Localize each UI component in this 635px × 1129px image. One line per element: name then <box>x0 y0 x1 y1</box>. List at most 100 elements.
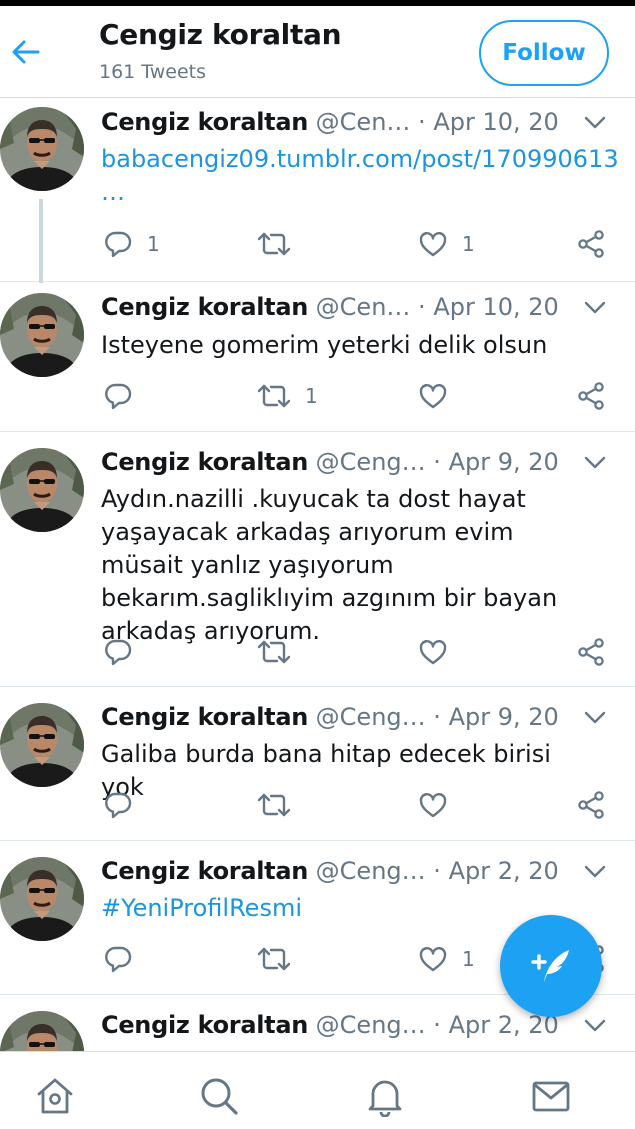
share-button[interactable] <box>576 379 606 413</box>
share-button[interactable] <box>576 227 606 261</box>
like-button[interactable]: 1 <box>418 942 475 976</box>
notifications-tab[interactable] <box>363 1074 407 1118</box>
share-icon <box>576 229 606 259</box>
tweet-meta: Cengiz koraltan @Ceng… · Apr 2, 2018 <box>101 1011 561 1039</box>
tweet-author-name: Cengiz koraltan <box>101 293 309 321</box>
chevron-down-icon[interactable] <box>583 1018 607 1034</box>
like-heart-icon <box>418 381 448 411</box>
tweet-meta: Cengiz koraltan @Cen… · Apr 10, 2018 <box>101 293 561 321</box>
retweet-button[interactable] <box>257 788 305 822</box>
tweet-handle: @Cen… <box>315 293 411 321</box>
retweet-button[interactable] <box>257 227 305 261</box>
tweet-text: Aydın.nazilli .kuyucak ta dost hayat yaş… <box>101 485 558 645</box>
reply-icon <box>103 229 133 259</box>
follow-button[interactable]: Follow <box>479 20 609 86</box>
reply-icon <box>103 944 133 974</box>
meta-separator: · <box>433 448 441 476</box>
like-heart-icon <box>418 637 448 667</box>
reply-button[interactable] <box>103 379 147 413</box>
reply-icon <box>103 637 133 667</box>
tweet-feed[interactable]: Cengiz koraltan @Cen… · Apr 10, 2018 bab… <box>0 99 635 1051</box>
tweet-date: Apr 10, 2018 <box>433 293 561 321</box>
chevron-down-icon[interactable] <box>583 455 607 471</box>
retweet-count: 1 <box>305 384 318 408</box>
share-button[interactable] <box>576 788 606 822</box>
tweet-author-name: Cengiz koraltan <box>101 703 309 731</box>
reply-button[interactable] <box>103 942 147 976</box>
hashtag-link[interactable]: #YeniProfilResmi <box>101 894 302 922</box>
tweet-handle: @Ceng… <box>315 857 426 885</box>
tweet-actions <box>0 635 635 669</box>
meta-separator: · <box>418 293 426 321</box>
tweet-author-name: Cengiz koraltan <box>101 857 309 885</box>
avatar[interactable] <box>0 448 84 532</box>
back-arrow-icon[interactable] <box>10 36 42 68</box>
tweet-actions: 1 1 <box>0 227 635 261</box>
like-button[interactable] <box>418 635 462 669</box>
tweet-meta: Cengiz koraltan @Cen… · Apr 10, 2018 <box>101 108 561 136</box>
reply-button[interactable] <box>103 788 147 822</box>
tweet-meta: Cengiz koraltan @Ceng… · Apr 9, 2018 <box>101 448 561 476</box>
tweet-handle: @Ceng… <box>315 1011 426 1039</box>
tweet-item[interactable]: Cengiz koraltan @Ceng… · Apr 9, 2018 Gal… <box>0 687 635 841</box>
like-heart-icon <box>418 790 448 820</box>
meta-separator: · <box>433 857 441 885</box>
retweet-icon <box>257 381 291 411</box>
avatar[interactable] <box>0 1011 84 1051</box>
meta-separator: · <box>433 1011 441 1039</box>
chevron-down-icon[interactable] <box>583 864 607 880</box>
chevron-down-icon[interactable] <box>583 115 607 131</box>
share-icon <box>576 790 606 820</box>
home-icon <box>37 1078 73 1114</box>
share-button[interactable] <box>576 635 606 669</box>
meta-separator: · <box>418 108 426 136</box>
tweet-date: Apr 10, 2018 <box>433 108 561 136</box>
compose-tweet-icon <box>531 950 569 982</box>
tweet-actions: 1 <box>0 379 635 413</box>
search-tab[interactable] <box>197 1074 241 1118</box>
profile-name: Cengiz koraltan <box>99 18 342 51</box>
bottom-navigation <box>0 1051 635 1129</box>
retweet-icon <box>257 790 291 820</box>
share-icon <box>576 381 606 411</box>
home-tab[interactable] <box>33 1074 77 1118</box>
tweet-text: babacengiz09.tumblr.com/post/170990613 … <box>101 143 619 209</box>
tweet-link[interactable]: babacengiz09.tumblr.com/post/170990613 <box>101 143 619 176</box>
compose-tweet-button[interactable] <box>500 915 602 1017</box>
messages-tab[interactable] <box>529 1074 573 1118</box>
tweet-item[interactable]: Cengiz koraltan @Cen… · Apr 10, 2018 bab… <box>0 99 635 283</box>
like-button[interactable]: 1 <box>418 227 475 261</box>
like-count: 1 <box>462 947 475 971</box>
like-count: 1 <box>462 232 475 256</box>
reply-button[interactable] <box>103 635 147 669</box>
chevron-down-icon[interactable] <box>583 710 607 726</box>
tweet-handle: @Cen… <box>315 108 411 136</box>
avatar[interactable] <box>0 703 84 787</box>
avatar[interactable] <box>0 293 84 377</box>
tweet-author-name: Cengiz koraltan <box>101 108 309 136</box>
tweet-author-name: Cengiz koraltan <box>101 1011 309 1039</box>
retweet-button[interactable]: 1 <box>257 379 318 413</box>
meta-separator: · <box>433 703 441 731</box>
retweet-button[interactable] <box>257 635 305 669</box>
tweet-handle: @Ceng… <box>315 703 426 731</box>
tweet-meta: Cengiz koraltan @Ceng… · Apr 2, 2018 <box>101 857 561 885</box>
retweet-icon <box>257 637 291 667</box>
tweet-text: Isteyene gomerim yeterki delik olsun <box>101 331 548 359</box>
tweet-date: Apr 9, 2018 <box>448 703 561 731</box>
retweet-button[interactable] <box>257 942 305 976</box>
reply-button[interactable]: 1 <box>103 227 160 261</box>
avatar[interactable] <box>0 107 84 191</box>
profile-header: Cengiz koraltan 161 Tweets Follow <box>0 6 635 98</box>
reply-icon <box>103 381 133 411</box>
tweet-item[interactable]: Cengiz koraltan @Cen… · Apr 10, 2018 Ist… <box>0 282 635 432</box>
like-button[interactable] <box>418 788 462 822</box>
tweet-date: Apr 2, 2018 <box>448 857 561 885</box>
tweet-count: 161 Tweets <box>99 61 207 83</box>
messages-envelope-icon <box>532 1081 570 1112</box>
chevron-down-icon[interactable] <box>583 300 607 316</box>
like-button[interactable] <box>418 379 462 413</box>
tweet-item[interactable]: Cengiz koraltan @Ceng… · Apr 9, 2018 Ayd… <box>0 432 635 687</box>
search-icon <box>201 1078 238 1115</box>
avatar[interactable] <box>0 857 84 941</box>
